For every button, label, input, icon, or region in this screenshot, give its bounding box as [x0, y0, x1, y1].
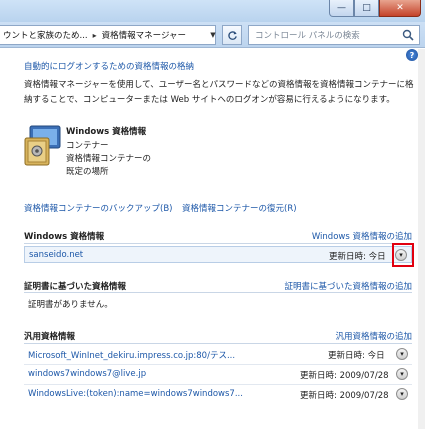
- address-dropdown-icon[interactable]: ▼: [206, 25, 220, 45]
- credential-modified: 更新日時: 2009/07/28: [300, 391, 389, 401]
- row-divider: [24, 384, 412, 385]
- add-windows-credential-link[interactable]: Windows 資格情報の追加: [312, 230, 412, 242]
- add-generic-credential-link[interactable]: 汎用資格情報の追加: [335, 330, 412, 342]
- refresh-button[interactable]: [222, 25, 242, 45]
- credential-modified: 更新日時: 今日: [329, 252, 386, 262]
- vault-title: Windows 資格情報: [66, 127, 147, 137]
- highlight-box: [392, 243, 414, 267]
- credential-name[interactable]: Microsoft_WinInet_dekiru.impress.co.jp:8…: [28, 349, 235, 361]
- divider: [24, 343, 412, 344]
- scrollbar[interactable]: [418, 49, 425, 429]
- search-input[interactable]: コントロール パネルの検索: [248, 25, 420, 45]
- breadcrumb-current[interactable]: 資格情報マネージャー: [102, 29, 186, 41]
- search-icon[interactable]: [402, 29, 414, 41]
- credential-modified: 更新日時: 2009/07/28: [300, 371, 389, 381]
- minimize-button[interactable]: —: [329, 0, 354, 17]
- credential-row[interactable]: Microsoft_WinInet_dekiru.impress.co.jp:8…: [24, 346, 412, 363]
- add-certificate-credential-link[interactable]: 証明書に基づいた資格情報の追加: [284, 280, 412, 292]
- expand-chevron-icon[interactable]: ▾: [396, 368, 408, 380]
- row-divider: [24, 364, 412, 365]
- refresh-icon: [227, 30, 237, 40]
- no-certificates-text: 証明書がありません。: [28, 300, 113, 310]
- close-button[interactable]: ✕: [379, 0, 421, 17]
- window-controls: — □ ✕: [329, 0, 421, 18]
- credential-modified: 更新日時: 今日: [328, 351, 385, 361]
- address-row: ウントと家族のため... ▸ 資格情報マネージャー ▼ コントロール パネルの検…: [0, 22, 425, 48]
- credential-vault-icon: [24, 125, 61, 166]
- vault-type: コンテナー: [66, 141, 109, 151]
- breadcrumb-separator-icon[interactable]: ▸: [93, 31, 97, 40]
- credential-row[interactable]: windows7windows7@live.jp 更新日時: 2009/07/2…: [24, 366, 412, 383]
- credential-row[interactable]: sanseido.net 更新日時: 今日 ▾: [24, 246, 412, 263]
- maximize-button[interactable]: □: [354, 0, 379, 17]
- page-description: 資格情報マネージャーを使用して、ユーザー名とパスワードなどの資格情報を資格情報コ…: [24, 80, 414, 105]
- restore-vault-link[interactable]: 資格情報コンテナーの復元(R): [182, 202, 297, 214]
- search-placeholder: コントロール パネルの検索: [255, 31, 360, 41]
- expand-chevron-icon[interactable]: ▾: [396, 388, 408, 400]
- divider: [24, 243, 412, 244]
- credential-name[interactable]: windows7windows7@live.jp: [28, 369, 146, 379]
- divider: [24, 292, 412, 293]
- expand-chevron-icon[interactable]: ▾: [396, 348, 408, 360]
- credential-name[interactable]: sanseido.net: [29, 250, 83, 260]
- backup-vault-link[interactable]: 資格情報コンテナーのバックアップ(B): [24, 202, 172, 214]
- vault-location-label: 資格情報コンテナーの: [66, 154, 152, 164]
- credential-name[interactable]: WindowsLive:(token):name=windows7windows…: [28, 389, 243, 399]
- auto-logon-link[interactable]: 自動的にログオンするための資格情報の格納: [24, 60, 194, 72]
- credential-row[interactable]: WindowsLive:(token):name=windows7windows…: [24, 386, 412, 403]
- vault-location-value: 既定の場所: [66, 167, 109, 177]
- help-icon[interactable]: ?: [406, 49, 418, 61]
- breadcrumb-parent[interactable]: ウントと家族のため...: [3, 29, 88, 41]
- address-bar[interactable]: ウントと家族のため... ▸ 資格情報マネージャー: [0, 25, 216, 45]
- title-bar: — □ ✕: [0, 0, 425, 22]
